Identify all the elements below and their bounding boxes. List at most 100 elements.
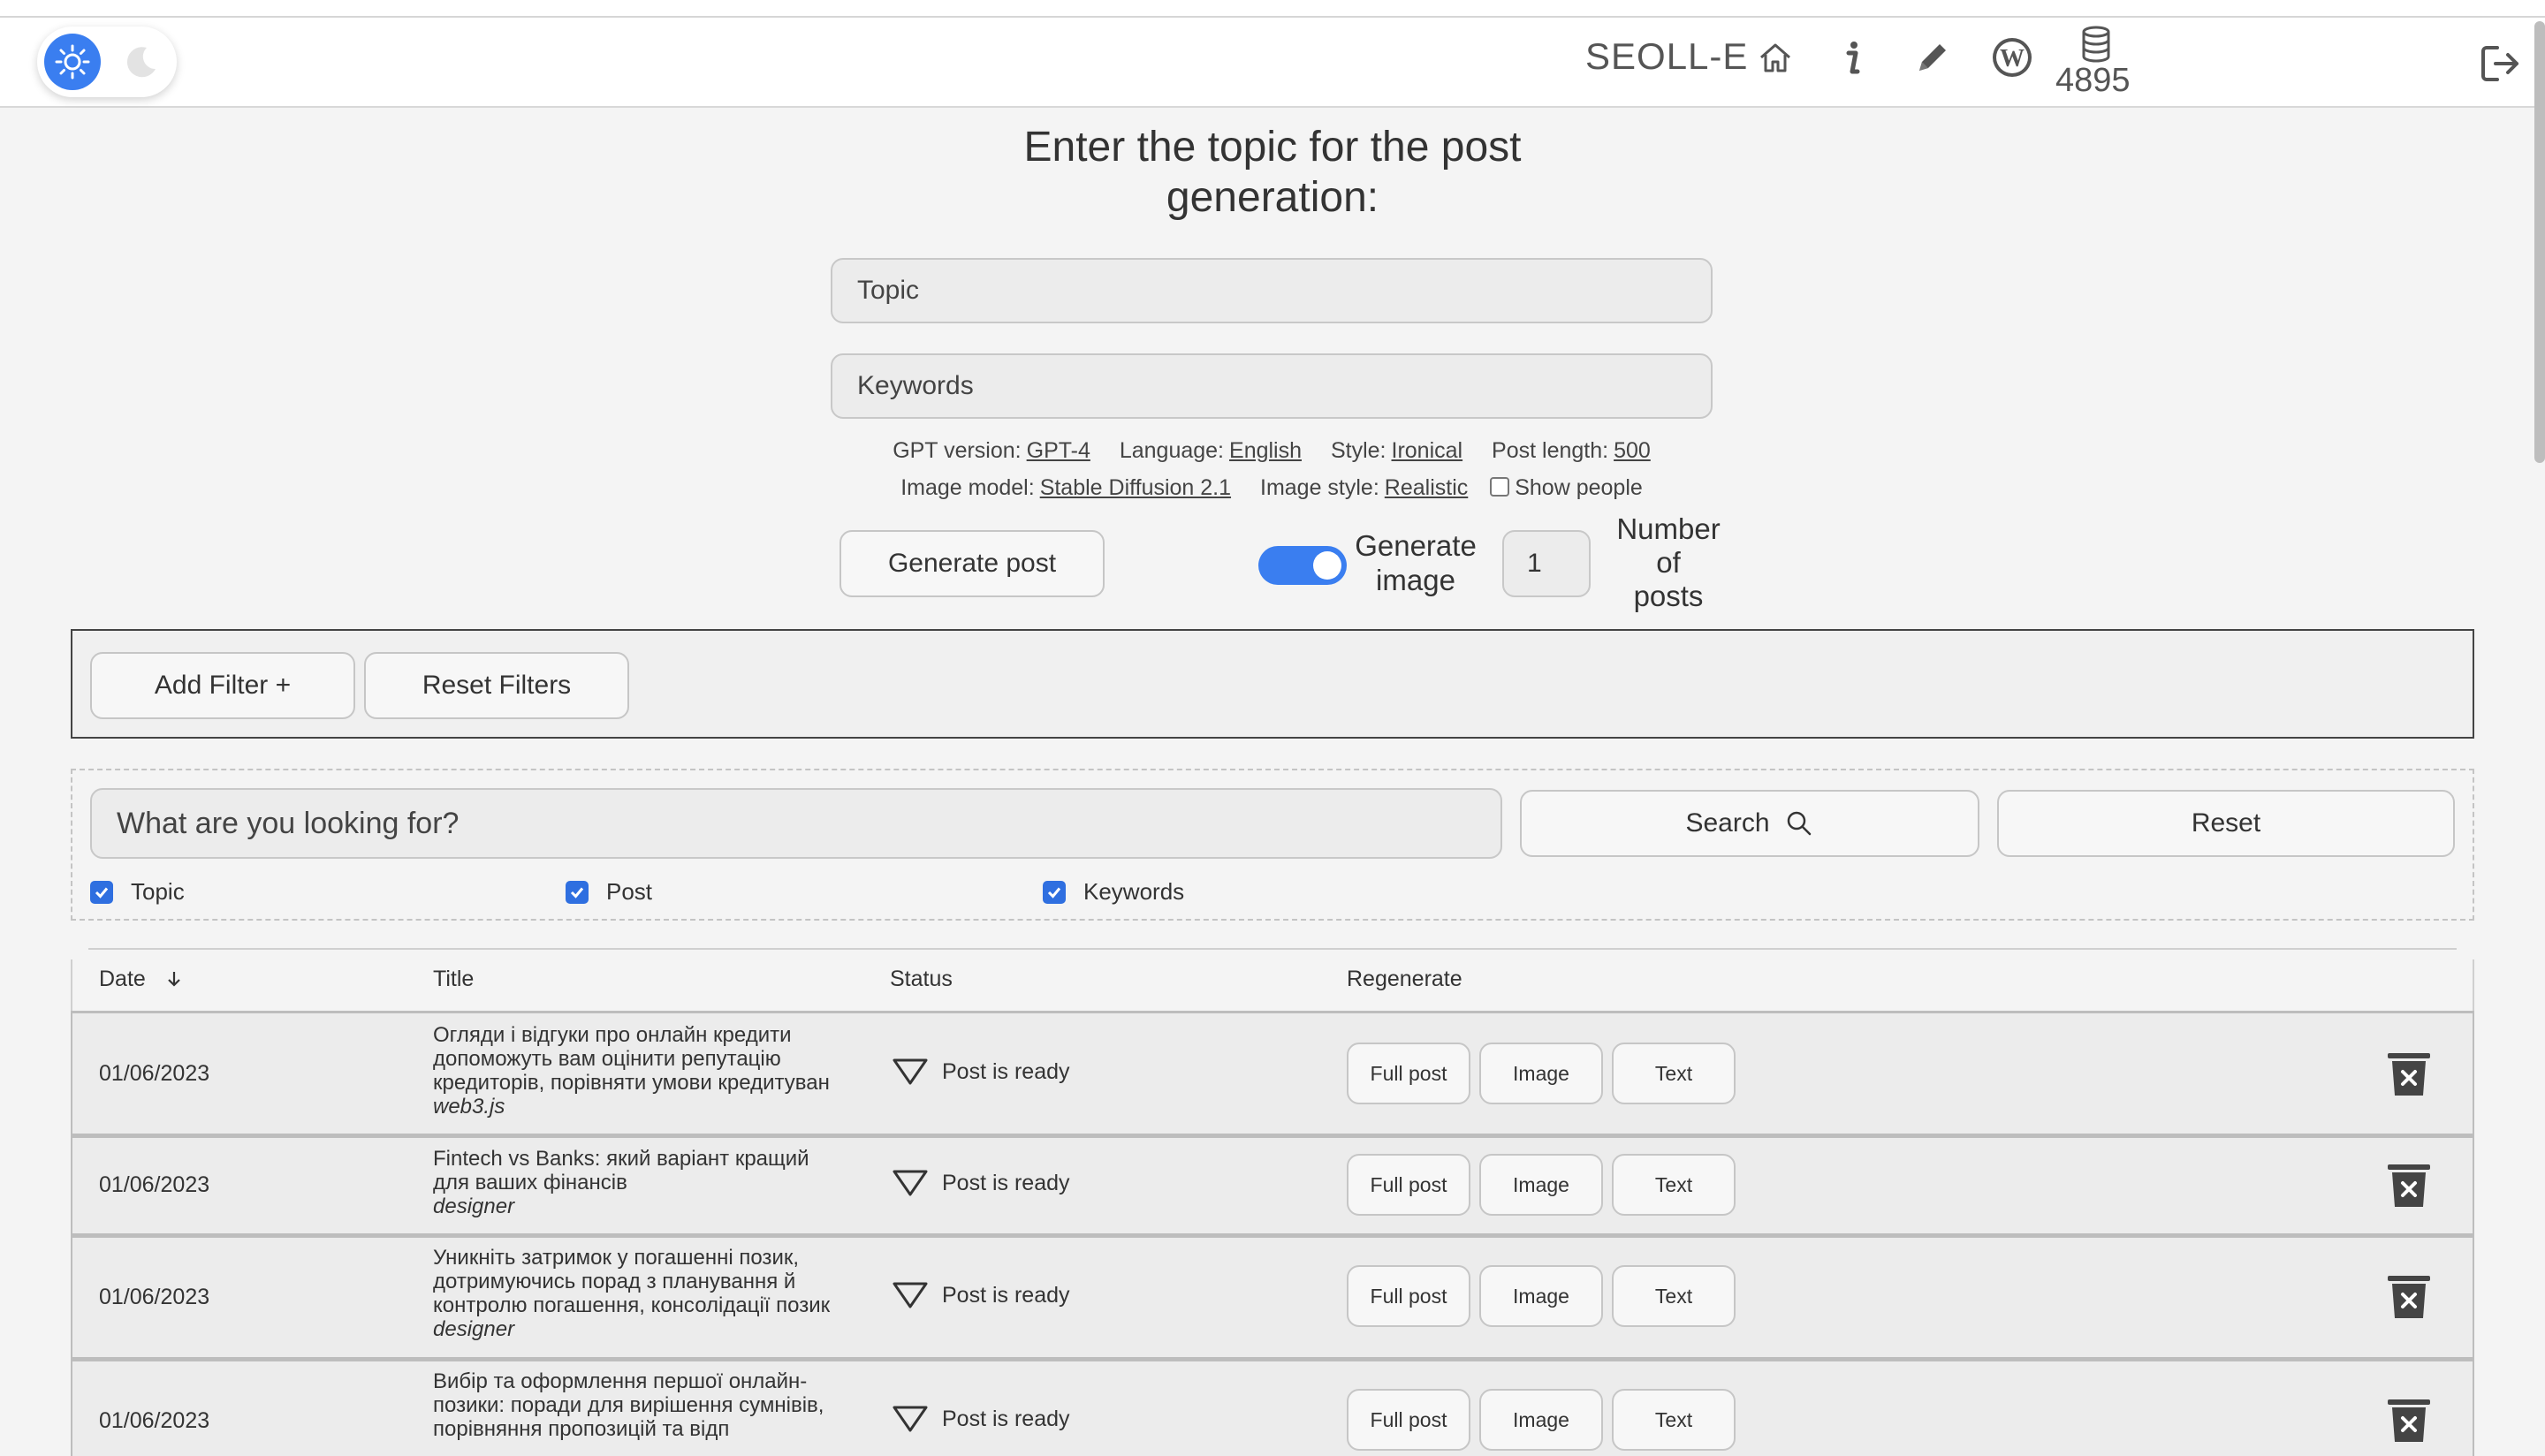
light-mode-button[interactable] <box>44 34 101 90</box>
edit-button[interactable] <box>1909 34 1956 81</box>
row-keyword: designer <box>433 1194 515 1218</box>
keywords-input[interactable] <box>831 353 1713 419</box>
regenerate-image-button[interactable]: Image <box>1479 1043 1603 1104</box>
row-keyword: web3.js <box>433 1095 505 1119</box>
number-of-posts-input[interactable] <box>1502 530 1591 597</box>
home-button[interactable] <box>1751 34 1799 81</box>
checkbox-checked[interactable] <box>90 880 113 904</box>
row-title-line: Вибір та оформлення першої онлайн- <box>433 1369 808 1393</box>
row-title[interactable]: Огляди і відгуки про онлайн кредити допо… <box>433 1023 875 1119</box>
row-title-line: порівняння пропозицій та відп <box>433 1417 730 1441</box>
info-button[interactable] <box>1829 34 1877 81</box>
row-title-line: контролю погашення, консолідації позик <box>433 1293 831 1317</box>
search-input[interactable] <box>90 788 1502 859</box>
row-title[interactable]: Уникніть затримок у погашенні позик, дот… <box>433 1246 875 1341</box>
regenerate-image-button[interactable]: Image <box>1479 1265 1603 1327</box>
table-divider <box>88 948 2457 950</box>
language-link[interactable]: English <box>1229 438 1302 463</box>
topic-checkbox-label: Topic <box>131 878 185 905</box>
svg-text:W: W <box>2000 45 2025 72</box>
post-length-link[interactable]: 500 <box>1614 438 1651 463</box>
checkbox-checked[interactable] <box>566 880 589 904</box>
generate-post-button[interactable]: Generate post <box>839 530 1105 597</box>
delete-icon[interactable] <box>2384 1050 2434 1099</box>
dark-mode-button[interactable] <box>113 34 170 90</box>
image-style-label: Image style: <box>1260 475 1379 500</box>
check-icon <box>1047 887 1061 899</box>
row-status-text: Post is ready <box>942 1170 1070 1195</box>
home-icon <box>1760 43 1790 72</box>
arrow-down-icon <box>167 972 180 987</box>
row-keyword: designer <box>433 1317 515 1341</box>
delete-icon[interactable] <box>2384 1272 2434 1322</box>
delete-icon[interactable] <box>2384 1161 2434 1210</box>
table-row <box>71 1235 2474 1359</box>
row-title[interactable]: Fintech vs Banks: який варіант кращий дл… <box>433 1147 875 1218</box>
style-link[interactable]: Ironical <box>1392 438 1463 463</box>
regenerate-column-header: Regenerate <box>1347 967 1462 991</box>
date-column-header[interactable]: Date <box>99 967 184 992</box>
regenerate-full-post-button[interactable]: Full post <box>1347 1389 1470 1451</box>
page-scrollbar[interactable] <box>2534 21 2545 463</box>
post-checkbox[interactable]: Post <box>566 878 652 906</box>
row-title-line: дотримуючись порад з планування й <box>433 1270 796 1293</box>
language-label: Language: <box>1119 438 1225 463</box>
regenerate-text-button[interactable]: Text <box>1612 1389 1736 1451</box>
number-of-posts-label: Number of posts <box>1607 512 1730 613</box>
row-status: Post is ready <box>891 1057 1070 1087</box>
generate-image-label-line: Generate <box>1355 529 1477 562</box>
date-header-label: Date <box>99 967 146 991</box>
image-model-link[interactable]: Stable Diffusion 2.1 <box>1040 475 1231 500</box>
row-status-text: Post is ready <box>942 1282 1070 1308</box>
checkbox-checked[interactable] <box>1043 880 1066 904</box>
show-people-label: Show people <box>1515 475 1643 500</box>
row-title[interactable]: Вибір та оформлення першої онлайн- позик… <box>433 1369 875 1441</box>
regenerate-image-button[interactable]: Image <box>1479 1389 1603 1451</box>
add-filter-button[interactable]: Add Filter + <box>90 652 355 719</box>
search-button-label: Search <box>1685 808 1770 838</box>
topic-input[interactable] <box>831 258 1713 323</box>
logout-button[interactable] <box>2478 41 2524 87</box>
regenerate-text-button[interactable]: Text <box>1612 1043 1736 1104</box>
generator-title: Enter the topic for the post generation: <box>972 122 1573 223</box>
row-title-line: Fintech vs Banks: який варіант кращий <box>433 1147 809 1171</box>
image-model-label: Image model: <box>900 475 1035 500</box>
header-input[interactable] <box>2153 41 2471 90</box>
check-icon <box>570 887 584 899</box>
row-title-line: позики: поради для вирішення сумнівів, <box>433 1393 824 1417</box>
regenerate-text-button[interactable]: Text <box>1612 1265 1736 1327</box>
triangle-down-icon <box>893 1282 928 1308</box>
generator-title-line: generation: <box>1166 174 1379 221</box>
theme-toggle[interactable] <box>37 27 177 97</box>
keywords-checkbox[interactable]: Keywords <box>1043 878 1184 906</box>
wordpress-button[interactable]: W <box>1988 34 2036 81</box>
row-title-line: допоможуть вам оцінити репутацію <box>433 1047 781 1071</box>
regenerate-image-button[interactable]: Image <box>1479 1154 1603 1216</box>
gpt-version-link[interactable]: GPT-4 <box>1027 438 1090 463</box>
reset-filters-button[interactable]: Reset Filters <box>364 652 629 719</box>
regenerate-full-post-button[interactable]: Full post <box>1347 1265 1470 1327</box>
regenerate-text-button[interactable]: Text <box>1612 1154 1736 1216</box>
show-people-checkbox[interactable] <box>1490 477 1510 497</box>
generate-image-label: Generate image <box>1343 528 1488 597</box>
row-title-line: для ваших фінансів <box>433 1171 627 1194</box>
topic-checkbox[interactable]: Topic <box>90 878 185 906</box>
reset-search-button[interactable]: Reset <box>1997 790 2455 857</box>
table-header <box>71 959 2474 1011</box>
style-label: Style: <box>1330 438 1386 463</box>
delete-icon[interactable] <box>2384 1396 2434 1445</box>
regenerate-full-post-button[interactable]: Full post <box>1347 1043 1470 1104</box>
search-button[interactable]: Search <box>1520 790 1979 857</box>
info-icon <box>1846 42 1860 74</box>
title-column-header: Title <box>433 967 475 991</box>
row-title-line: Уникніть затримок у погашенні позик, <box>433 1246 800 1270</box>
post-checkbox-label: Post <box>606 878 653 905</box>
row-status: Post is ready <box>891 1168 1070 1198</box>
regenerate-full-post-button[interactable]: Full post <box>1347 1154 1470 1216</box>
row-status-text: Post is ready <box>942 1058 1070 1084</box>
table-row <box>71 1359 2474 1456</box>
image-style-link[interactable]: Realistic <box>1385 475 1468 500</box>
generate-image-toggle[interactable] <box>1258 546 1347 585</box>
row-status: Post is ready <box>891 1280 1070 1310</box>
settings-line-2: Image model: Stable Diffusion 2.1 Image s… <box>831 475 1713 501</box>
